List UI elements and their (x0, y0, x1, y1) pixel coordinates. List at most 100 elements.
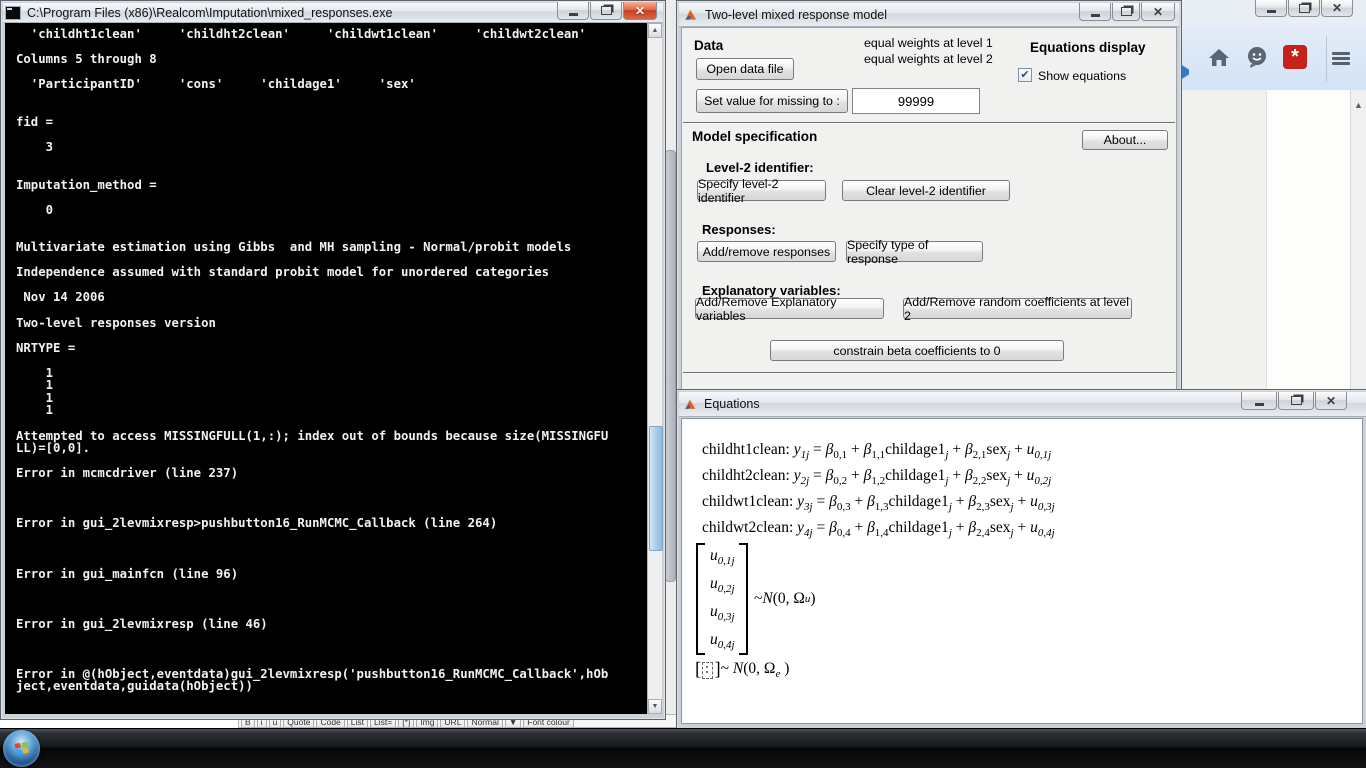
section-divider (683, 122, 1175, 123)
minimize-icon (569, 6, 578, 16)
random-effects-distribution: ~ N(0, Ωu ) (754, 543, 816, 655)
equations-body: childht1clean: y1j = β0,1 + β1,1childage… (681, 418, 1363, 724)
equations-minimize-button[interactable] (1241, 392, 1277, 410)
equation-line: childwt2clean: y4j = β0,4 + β1,4childage… (702, 519, 1055, 545)
menu-button[interactable] (1332, 42, 1362, 72)
equation-line: childht1clean: y1j = β0,1 + β1,1childage… (702, 441, 1055, 467)
page-column (1266, 90, 1353, 390)
console-restore-button[interactable] (590, 2, 622, 20)
browser-restore-button[interactable] (1288, 0, 1320, 17)
equations-window: Equations ✕ childht1clean: y1j = β0,1 + … (676, 389, 1366, 730)
model-body: Data equal weights at level 1 equal weig… (681, 27, 1177, 391)
browser-page: ▲ (1180, 90, 1366, 390)
browser-toolbar: * (1180, 28, 1366, 91)
scroll-down-button[interactable]: ▼ (648, 699, 662, 714)
add-remove-random-coefficients-button[interactable]: Add/Remove random coefficients at level … (903, 298, 1132, 319)
model-window-title: Two-level mixed response model (705, 8, 887, 22)
bracket-left: [ (695, 659, 701, 681)
specify-response-type-button[interactable]: Specify type of response (846, 241, 983, 262)
missing-value-input[interactable] (852, 88, 980, 114)
close-icon: ✕ (1326, 395, 1336, 407)
set-missing-value-button[interactable]: Set value for missing to : (696, 89, 848, 113)
responses-label: Responses: (702, 222, 776, 237)
console-scrollbar[interactable]: ▲ ▼ (647, 23, 662, 714)
data-section-heading: Data (694, 38, 723, 53)
residual-vector-placeholder (702, 662, 713, 679)
taskbar (0, 728, 1366, 768)
show-equations-label: Show equations (1038, 69, 1126, 83)
vector-term: u0,2j (698, 575, 746, 595)
residual-distribution: [] ~ N(0, Ωe ) (695, 659, 789, 681)
menu-icon (1332, 52, 1350, 55)
matlab-icon (683, 7, 699, 22)
show-equations-checkbox[interactable] (1018, 68, 1032, 82)
windows-logo-icon (12, 739, 32, 758)
browser-window: ✕ * (1180, 0, 1366, 390)
browser-minimize-button[interactable] (1255, 0, 1287, 17)
level2-identifier-label: Level-2 identifier: (706, 160, 814, 175)
residual-distribution-text: ~ N(0, Ωe ) (721, 660, 790, 680)
minimize-icon (1091, 7, 1100, 17)
scroll-up-button[interactable]: ▲ (648, 23, 662, 38)
console-window: C:\Program Files (x86)\Realcom\Imputatio… (0, 0, 666, 720)
open-data-file-button[interactable]: Open data file (696, 58, 794, 80)
scrollbar-thumb[interactable] (649, 426, 663, 551)
start-button[interactable] (3, 730, 40, 767)
close-icon: ✕ (1153, 6, 1163, 18)
specify-level2-button[interactable]: Specify level-2 identifier (697, 180, 826, 201)
restore-icon (601, 6, 612, 15)
matlab-icon (683, 397, 698, 411)
vector-term: u0,1j (698, 547, 746, 567)
weights-level2-label: equal weights at level 2 (864, 52, 993, 66)
about-button[interactable]: About... (1082, 130, 1168, 150)
equations-close-button[interactable]: ✕ (1315, 392, 1347, 410)
restore-icon (1291, 396, 1302, 405)
browser-window-controls: ✕ (1254, 0, 1353, 17)
console-output: 'childht1clean' 'childht2clean' 'childwt… (5, 23, 647, 693)
model-window: Two-level mixed response model ✕ Data eq… (676, 0, 1182, 394)
home-icon (1208, 47, 1230, 67)
section-divider (683, 372, 1175, 373)
toolbar-divider (1326, 36, 1327, 82)
vector-term: u0,3j (698, 603, 746, 623)
lastpass-icon: * (1283, 45, 1307, 69)
maximize-icon (1121, 7, 1132, 16)
chat-icon (1245, 46, 1269, 68)
equation-rows: childht1clean: y1j = β0,1 + β1,1childage… (702, 441, 1055, 545)
scroll-up-icon: ▲ (1354, 100, 1363, 110)
home-button[interactable] (1204, 42, 1234, 72)
model-window-controls: ✕ (1078, 3, 1175, 21)
model-maximize-button[interactable] (1112, 3, 1140, 21)
console-window-controls: ✕ (556, 2, 657, 20)
restore-icon (1299, 4, 1310, 13)
add-remove-responses-button[interactable]: Add/remove responses (697, 241, 836, 262)
equations-restore-button[interactable] (1278, 392, 1314, 410)
equations-window-title: Equations (704, 397, 760, 411)
model-close-button[interactable]: ✕ (1141, 3, 1175, 21)
minimize-icon (1267, 3, 1276, 13)
console-close-button[interactable]: ✕ (623, 2, 657, 20)
page-scrollbar[interactable]: ▲ (1350, 90, 1366, 390)
model-minimize-button[interactable] (1079, 3, 1111, 21)
equation-line: childwt1clean: y3j = β0,3 + β1,3childage… (702, 493, 1055, 519)
minimize-icon (1255, 396, 1264, 406)
browser-close-button[interactable]: ✕ (1321, 0, 1353, 17)
constrain-beta-button[interactable]: constrain beta coefficients to 0 (770, 340, 1064, 361)
lastpass-button[interactable]: * (1280, 42, 1310, 72)
equations-display-heading: Equations display (1030, 40, 1146, 55)
console-body: 'childht1clean' 'childht2clean' 'childwt… (5, 23, 647, 714)
equations-window-controls: ✕ (1240, 392, 1347, 410)
add-remove-explanatory-button[interactable]: Add/Remove Explanatory variables (695, 298, 884, 319)
console-title: C:\Program Files (x86)\Realcom\Imputatio… (27, 6, 392, 20)
equation-line: childht2clean: y2j = β0,2 + β1,2childage… (702, 467, 1055, 493)
clear-level2-button[interactable]: Clear level-2 identifier (842, 180, 1010, 201)
console-minimize-button[interactable] (557, 2, 589, 20)
vector-term: u0,4j (698, 631, 746, 651)
weights-level1-label: equal weights at level 1 (864, 36, 993, 50)
scrollbar-thumb[interactable] (665, 150, 676, 582)
console-window-icon (5, 6, 21, 20)
model-spec-heading: Model specification (692, 129, 817, 144)
chat-button[interactable] (1242, 42, 1272, 72)
close-icon: ✕ (1332, 2, 1342, 14)
desktop: ✕ * (0, 0, 1366, 768)
